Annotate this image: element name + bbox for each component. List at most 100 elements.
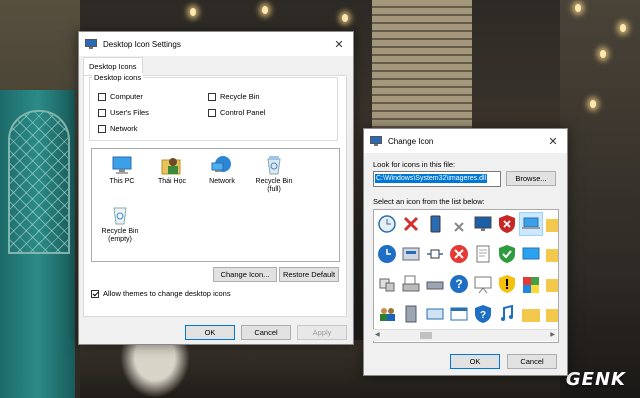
icon-grid[interactable]: ? ? — [373, 209, 559, 343]
folder-yellow-icon[interactable] — [544, 303, 558, 325]
shield-check-icon[interactable] — [496, 243, 518, 265]
desktop-icon-settings-dialog: Desktop Icon Settings ✕ Desktop Icons De… — [78, 31, 354, 345]
checkbox-label: Computer — [110, 92, 143, 101]
checkbox-label: User's Files — [110, 108, 149, 117]
network-devices-icon[interactable] — [376, 273, 398, 295]
monitor-icon[interactable] — [472, 213, 494, 235]
clock-icon[interactable] — [376, 213, 398, 235]
string-light — [262, 6, 268, 14]
recycle-bin-full-icon — [263, 155, 285, 175]
clock-blue-icon[interactable] — [376, 243, 398, 265]
user-folder-icon — [161, 155, 183, 175]
string-light — [590, 100, 596, 108]
close-icon[interactable]: ✕ — [325, 38, 353, 51]
laptop-icon[interactable] — [519, 212, 543, 236]
scanner-icon[interactable] — [400, 243, 422, 265]
ok-button[interactable]: OK — [450, 354, 500, 369]
wallpaper-wall — [560, 0, 640, 398]
scroll-thumb[interactable] — [420, 332, 432, 339]
music-icon[interactable] — [496, 303, 518, 325]
checkbox-box[interactable] — [91, 289, 99, 298]
folder-open-icon[interactable] — [544, 243, 558, 265]
window-icon[interactable] — [448, 303, 470, 325]
tower-icon[interactable] — [400, 303, 422, 325]
browse-button[interactable]: Browse... — [506, 171, 556, 186]
shield-warning-icon[interactable] — [496, 273, 518, 295]
dialog-title: Desktop Icon Settings — [103, 39, 181, 49]
presentation-icon[interactable] — [472, 273, 494, 295]
wallpaper-shutter — [372, 0, 472, 130]
shield-x-icon[interactable] — [496, 213, 518, 235]
checkbox-box[interactable] — [208, 92, 216, 101]
drive-icon[interactable] — [424, 273, 446, 295]
computer-icon — [111, 155, 133, 175]
wallpaper-figure — [120, 340, 190, 398]
scroll-left-icon[interactable]: ◀ — [375, 331, 380, 338]
cancel-button[interactable]: Cancel — [241, 325, 291, 340]
dialog-title: Change Icon — [388, 136, 434, 146]
checkbox-label: Allow themes to change desktop icons — [103, 289, 231, 298]
gray-x-icon[interactable] — [448, 213, 470, 235]
folder-music-icon[interactable] — [520, 303, 542, 325]
icon-item-recycle-bin-full[interactable]: Recycle Bin (full) — [244, 155, 304, 194]
checkbox-box[interactable] — [98, 108, 106, 117]
checkbox-label: Control Panel — [220, 108, 266, 117]
allow-themes-checkbox[interactable]: Allow themes to change desktop icons — [91, 289, 231, 298]
card-icon[interactable] — [424, 303, 446, 325]
icon-file-path-input[interactable]: C:\Windows\System32\imageres.dll — [373, 171, 501, 187]
desktop-settings-icon — [85, 39, 97, 49]
icon-label: Recycle Bin (empty) — [101, 228, 139, 243]
group-title: Desktop icons — [92, 73, 144, 82]
path-value: C:\Windows\System32\imageres.dll — [375, 174, 488, 183]
string-light — [342, 14, 348, 22]
icon-item-recycle-bin-empty[interactable]: Recycle Bin (empty) — [90, 205, 150, 244]
cancel-button[interactable]: Cancel — [507, 354, 557, 369]
restore-default-button[interactable]: Restore Default — [279, 267, 339, 282]
change-icon-button[interactable]: Change Icon... — [213, 267, 277, 282]
apps-icon[interactable] — [520, 273, 542, 295]
string-light — [190, 8, 196, 16]
string-light — [600, 50, 606, 58]
recycle-bin-checkbox[interactable]: Recycle Bin — [208, 92, 260, 101]
error-icon[interactable] — [448, 243, 470, 265]
svg-text:?: ? — [480, 310, 486, 321]
resize-icon[interactable] — [424, 243, 446, 265]
look-for-label: Look for icons in this file: — [373, 160, 456, 169]
red-x-icon[interactable] — [400, 213, 422, 235]
users-icon[interactable] — [376, 303, 398, 325]
icon-item-network[interactable]: Network — [192, 155, 252, 186]
close-icon[interactable]: ✕ — [539, 135, 567, 148]
wallpaper-door-grille — [8, 110, 70, 254]
monitor-blue-icon[interactable] — [520, 243, 542, 265]
titlebar[interactable]: Change Icon ✕ — [364, 129, 567, 153]
string-light — [575, 4, 581, 12]
select-icon-label: Select an icon from the list below: — [373, 197, 485, 206]
phone-icon[interactable] — [424, 213, 446, 235]
folder-doc-icon[interactable] — [544, 273, 558, 295]
ok-button[interactable]: OK — [185, 325, 235, 340]
icon-label: Recycle Bin (full) — [255, 178, 293, 193]
network-icon — [211, 155, 233, 175]
checkbox-box[interactable] — [98, 92, 106, 101]
genk-watermark-logo: GENK — [565, 369, 626, 390]
shield-help-icon[interactable]: ? — [472, 303, 494, 325]
apply-button: Apply — [297, 325, 347, 340]
printer-icon[interactable] — [400, 273, 422, 295]
control-panel-checkbox[interactable]: Control Panel — [208, 108, 265, 117]
titlebar[interactable]: Desktop Icon Settings ✕ — [79, 32, 353, 56]
users-files-checkbox[interactable]: User's Files — [98, 108, 149, 117]
document-icon[interactable] — [472, 243, 494, 265]
recycle-bin-empty-icon — [109, 205, 131, 225]
help-icon[interactable]: ? — [448, 273, 470, 295]
checkbox-box[interactable] — [98, 124, 106, 133]
folder-icon[interactable] — [544, 213, 558, 235]
scroll-right-icon[interactable]: ▶ — [550, 331, 555, 338]
network-checkbox[interactable]: Network — [98, 124, 138, 133]
change-icon-app-icon — [370, 136, 382, 146]
checkbox-box[interactable] — [208, 108, 216, 117]
horizontal-scrollbar[interactable]: ◀ ▶ — [373, 329, 557, 341]
desktop-icon-list[interactable]: This PC Thái Học Network Recycle Bin (fu… — [91, 148, 340, 262]
checkbox-label: Network — [110, 124, 138, 133]
string-light — [620, 24, 626, 32]
computer-checkbox[interactable]: Computer — [98, 92, 143, 101]
